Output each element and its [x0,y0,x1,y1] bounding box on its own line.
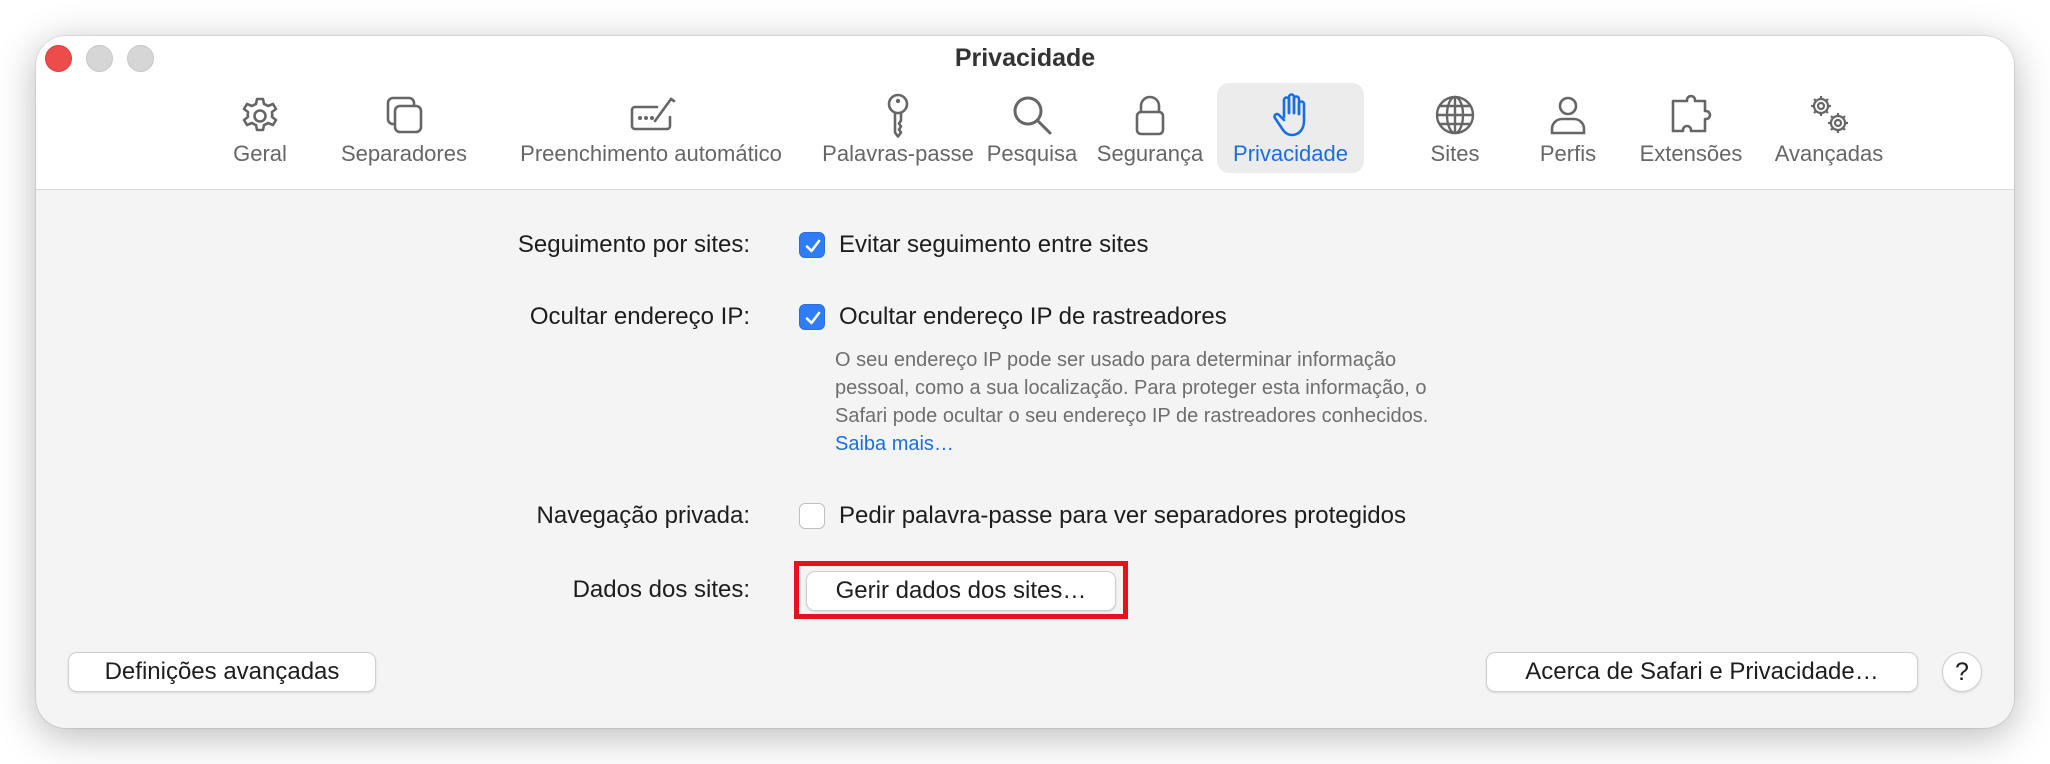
require-password-option[interactable]: Pedir palavra-passe para ver separadores… [839,500,1406,532]
tab-label: Perfis [1539,141,1597,166]
learn-more-link[interactable]: Saiba mais… [835,430,1555,458]
prevent-tracking-checkbox[interactable] [799,232,825,258]
tab-websites[interactable]: Sites [1405,83,1505,173]
title-bar: Privacidade Geral Separadores Preenchime… [36,36,2014,190]
checkmark-icon [805,311,821,325]
tab-label: Extensões [1639,141,1743,166]
tab-label: Pesquisa [986,141,1078,166]
description-line: pessoal, como a sua localização. Para pr… [835,377,1427,399]
key-icon [887,93,909,138]
hide-ip-description: O seu endereço IP pode ser usado para de… [835,346,1555,458]
tab-extensions[interactable]: Extensões [1626,83,1756,173]
tab-general[interactable]: Geral [210,83,310,173]
hide-ip-checkbox[interactable] [799,304,825,330]
lock-icon [1135,95,1165,136]
preferences-window: Privacidade Geral Separadores Preenchime… [36,36,2014,728]
website-data-label: Dados dos sites: [572,576,750,603]
tab-label: Geral [233,141,287,166]
tab-label: Privacidade [1233,141,1348,166]
tracking-label: Seguimento por sites: [517,231,750,258]
checkmark-icon [805,239,821,253]
search-icon [1013,96,1052,135]
about-safari-privacy-button[interactable]: Acerca de Safari e Privacidade… [1486,652,1918,692]
window-title: Privacidade [954,44,1096,72]
tabs-icon [386,96,423,134]
require-password-checkbox[interactable] [799,503,825,529]
puzzle-icon [1671,94,1712,133]
gears-icon [1811,96,1848,133]
tab-label: Segurança [1096,141,1204,166]
highlight-box [794,561,1128,619]
private-browsing-label: Navegação privada: [536,502,750,529]
tab-profiles[interactable]: Perfis [1518,83,1618,173]
tab-advanced[interactable]: Avançadas [1764,83,1894,173]
gear-icon [242,97,278,132]
tab-security[interactable]: Segurança [1088,83,1212,173]
prevent-tracking-option[interactable]: Evitar seguimento entre sites [839,229,1148,261]
advanced-settings-button[interactable]: Definições avançadas [68,652,376,692]
hide-ip-option[interactable]: Ocultar endereço IP de rastreadores [839,301,1227,333]
hide-ip-label: Ocultar endereço IP: [529,303,750,330]
person-icon [1550,96,1586,135]
hand-icon [1272,93,1305,137]
globe-icon [1435,95,1475,135]
tab-label: Avançadas [1774,141,1884,166]
tab-privacy[interactable]: Privacidade [1217,83,1364,173]
description-line: O seu endereço IP pode ser usado para de… [835,349,1397,371]
description-line: Safari pode ocultar o seu endereço IP de… [835,405,1429,427]
tab-label: Sites [1430,141,1480,166]
help-button[interactable]: ? [1942,652,1982,692]
tab-label: Separadores [341,141,467,166]
tab-search[interactable]: Pesquisa [964,83,1100,173]
tab-label: Preenchimento automático [520,141,782,166]
tab-autofill[interactable]: Preenchimento automático [474,83,828,173]
autofill-icon [630,97,676,131]
tab-tabs[interactable]: Separadores [315,83,493,173]
